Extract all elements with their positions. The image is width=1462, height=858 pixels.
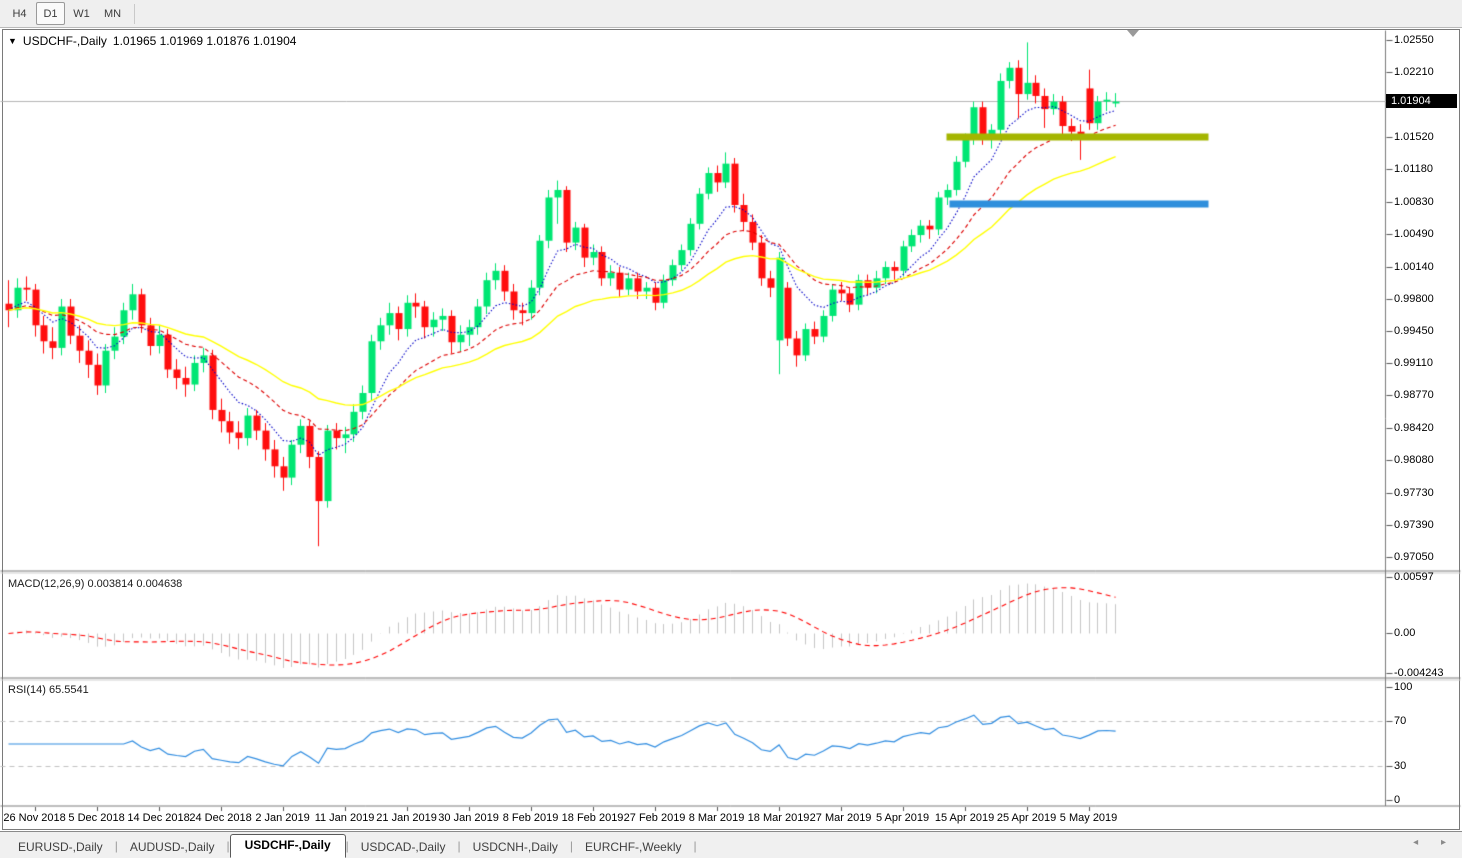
macd-values: 0.003814 0.004638 — [87, 578, 183, 590]
macd-axis-label: 0.00597 — [1394, 570, 1434, 583]
macd-axis-label: -0.004243 — [1394, 667, 1444, 680]
date-axis-label: 27 Mar 2019 — [809, 812, 872, 824]
symbol-tab-eurusd[interactable]: EURUSD-,Daily — [6, 837, 115, 858]
price-chart-canvas[interactable] — [0, 0, 1462, 858]
symbol-tab-eurchf[interactable]: EURCHF-,Weekly — [573, 837, 693, 858]
price-axis-label: 0.97390 — [1394, 519, 1434, 532]
price-axis-label: 0.97050 — [1394, 551, 1434, 563]
date-axis-label: 18 Feb 2019 — [561, 812, 624, 824]
price-axis-label: 1.01180 — [1394, 162, 1433, 175]
price-axis-label: 0.98770 — [1394, 389, 1434, 402]
price-axis-label: 1.00830 — [1394, 195, 1434, 208]
symbol-tab-usdcnh[interactable]: USDCNH-,Daily — [461, 837, 570, 858]
date-axis-label: 11 Jan 2019 — [314, 812, 375, 824]
date-axis-label: 15 Apr 2019 — [934, 812, 995, 824]
chart-title: ▼ USDCHF-,Daily 1.01965 1.01969 1.01876 … — [8, 34, 296, 48]
terminal-window: H4D1W1MN ▼ USDCHF-,Daily 1.01965 1.01969… — [0, 0, 1462, 858]
price-axis-label: 0.98420 — [1394, 422, 1434, 435]
symbol-tab-usdcad[interactable]: USDCAD-,Daily — [349, 837, 458, 858]
price-axis-label: 1.02550 — [1394, 34, 1434, 46]
date-axis-label: 18 Mar 2019 — [747, 812, 810, 824]
rsi-axis-label: 100 — [1394, 681, 1413, 693]
rsi-axis-label: 30 — [1394, 760, 1407, 773]
macd-indicator-label: MACD(12,26,9) 0.003814 0.004638 — [8, 578, 182, 590]
chart-symbol-label: USDCHF-,Daily — [22, 34, 107, 48]
price-axis-label: 1.01520 — [1394, 130, 1434, 143]
date-axis-label: 5 Apr 2019 — [875, 812, 930, 824]
chart-shift-marker-icon[interactable] — [1127, 30, 1139, 37]
rsi-axis-label: 70 — [1394, 714, 1407, 727]
price-axis-label: 0.99450 — [1394, 325, 1434, 338]
current-price-tag: 1.01904 — [1386, 94, 1457, 108]
macd-axis-label: 0.00 — [1394, 627, 1416, 639]
rsi-name: RSI(14) — [8, 684, 46, 696]
macd-name: MACD(12,26,9) — [8, 578, 85, 590]
date-axis-label: 2 Jan 2019 — [255, 812, 310, 824]
price-axis-label: 1.02210 — [1394, 65, 1434, 78]
date-axis-label: 21 Jan 2019 — [376, 812, 437, 824]
price-axis-label: 0.99800 — [1394, 292, 1434, 305]
symbol-tab-usdchf[interactable]: USDCHF-,Daily — [229, 834, 346, 858]
symbol-tab-audusd[interactable]: AUDUSD-,Daily — [118, 837, 227, 858]
date-axis-label: 8 Feb 2019 — [502, 812, 559, 824]
price-axis-label: 0.98080 — [1394, 454, 1434, 467]
date-axis-label: 24 Dec 2018 — [189, 812, 252, 824]
price-axis-label: 1.00140 — [1394, 260, 1434, 273]
date-axis-label: 27 Feb 2019 — [623, 812, 686, 824]
date-axis-label: 5 Dec 2018 — [68, 812, 125, 824]
symbol-tab-bar: EURUSD-,Daily | AUDUSD-,Daily | USDCHF-,Dail… — [0, 831, 1462, 858]
chart-ohlc-values: 1.01965 1.01969 1.01876 1.01904 — [112, 34, 297, 48]
tab-scroll-arrows[interactable]: ◂ ▸ — [1413, 837, 1456, 848]
date-axis-label: 14 Dec 2018 — [127, 812, 190, 824]
rsi-indicator-label: RSI(14) 65.5541 — [8, 684, 89, 696]
rsi-value: 65.5541 — [48, 684, 89, 696]
date-axis-label: 8 Mar 2019 — [688, 812, 745, 824]
price-axis-label: 1.00490 — [1394, 227, 1434, 240]
price-axis-label: 0.97730 — [1394, 487, 1434, 500]
chevron-down-icon[interactable]: ▼ — [8, 36, 17, 46]
price-axis-label: 0.99110 — [1394, 357, 1433, 370]
date-axis-label: 30 Jan 2019 — [438, 812, 499, 824]
date-axis-label: 25 Apr 2019 — [996, 812, 1057, 824]
rsi-axis-label: 0 — [1394, 794, 1401, 806]
date-axis-label: 5 May 2019 — [1059, 812, 1118, 824]
date-axis-label: 26 Nov 2018 — [3, 812, 66, 824]
tab-separator: | — [693, 839, 697, 853]
